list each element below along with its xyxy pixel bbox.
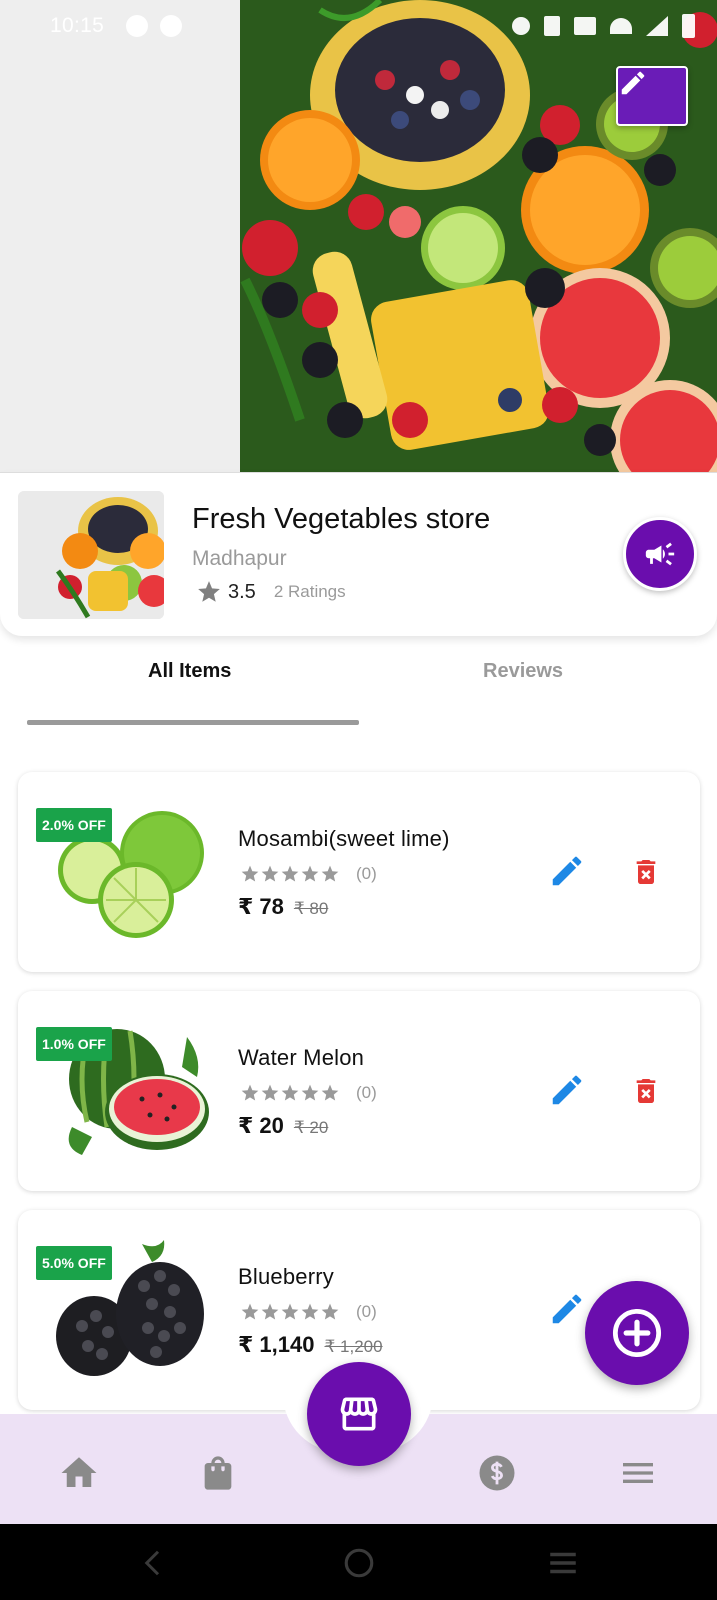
- vibrate-icon: [544, 16, 560, 36]
- store-tabs: All Items Reviews: [0, 636, 717, 726]
- tab-reviews[interactable]: Reviews: [483, 660, 563, 683]
- back-icon[interactable]: [138, 1546, 168, 1580]
- system-navigation-bar: [0, 1524, 717, 1600]
- star-icon: [198, 581, 220, 602]
- original-price: ₹ 20: [293, 1118, 329, 1137]
- product-rating-count: (0): [356, 1302, 377, 1321]
- star-icon-row: [241, 1303, 339, 1320]
- store-icon: [340, 1397, 378, 1431]
- discount-badge: 5.0% OFF: [36, 1246, 112, 1280]
- home-circle-icon[interactable]: [342, 1546, 376, 1580]
- facebook-notification-icon: [126, 15, 149, 37]
- edit-item-icon[interactable]: [548, 852, 586, 890]
- fruit-platter-illustration: [0, 0, 717, 472]
- product-price: ₹ 78 ₹ 80: [238, 894, 328, 920]
- product-card[interactable]: 2.0% OFF Mosambi(sweet lime) (0) ₹ 78 ₹ …: [18, 772, 700, 972]
- selling-price: ₹ 1,140: [238, 1332, 315, 1357]
- product-price: ₹ 1,140 ₹ 1,200: [238, 1332, 383, 1358]
- store-ratings-count: 2 Ratings: [273, 582, 346, 601]
- home-icon[interactable]: [58, 1452, 100, 1494]
- tab-indicator: [27, 720, 359, 725]
- discount-badge: 1.0% OFF: [36, 1027, 112, 1061]
- product-name: Blueberry: [238, 1264, 334, 1289]
- plus-circle-icon: [612, 1308, 662, 1358]
- edit-item-icon[interactable]: [548, 1290, 586, 1328]
- original-price: ₹ 80: [293, 899, 329, 918]
- store-banner-image: 10:15: [0, 0, 717, 472]
- product-name: Mosambi(sweet lime): [238, 826, 450, 851]
- product-rating-count: (0): [356, 864, 377, 883]
- product-rating: (0): [238, 864, 377, 884]
- delete-item-icon[interactable]: [630, 1073, 662, 1109]
- star-icon-row: [241, 1084, 339, 1101]
- product-rating: (0): [238, 1302, 377, 1322]
- battery-icon: [682, 14, 695, 38]
- product-card[interactable]: 1.0% OFF Water Melon (0) ₹ 20 ₹ 20: [18, 991, 700, 1191]
- store-thumbnail[interactable]: [18, 491, 164, 619]
- signal-icon: [646, 16, 668, 36]
- tab-all-items[interactable]: All Items: [148, 660, 231, 683]
- selling-price: ₹ 78: [238, 894, 284, 919]
- star-icon-row: [241, 865, 339, 882]
- product-rating: (0): [238, 1083, 377, 1103]
- dollar-icon[interactable]: [476, 1452, 518, 1494]
- store-thumbnail-image: [18, 491, 164, 619]
- edit-item-icon[interactable]: [548, 1071, 586, 1109]
- store-name: Fresh Vegetables store: [192, 503, 491, 535]
- volte-icon: [574, 17, 596, 35]
- store-button[interactable]: [307, 1362, 411, 1466]
- shopping-bag-icon[interactable]: [198, 1452, 238, 1494]
- pencil-icon: [621, 71, 645, 95]
- add-item-button[interactable]: [585, 1281, 689, 1385]
- app-notification-icon: [160, 15, 183, 37]
- store-info-card: Fresh Vegetables store Madhapur 3.5 2 Ra…: [0, 472, 717, 636]
- discount-badge: 2.0% OFF: [36, 808, 112, 842]
- status-bar: 10:15: [0, 0, 717, 52]
- store-rating-value: 3.5: [228, 580, 256, 603]
- menu-icon[interactable]: [618, 1452, 658, 1494]
- wifi-icon: [610, 18, 632, 34]
- product-name: Water Melon: [238, 1045, 365, 1070]
- product-rating-count: (0): [356, 1083, 377, 1102]
- status-time: 10:15: [50, 14, 105, 37]
- alarm-icon: [512, 17, 530, 35]
- store-rating: 3.5 2 Ratings: [196, 579, 346, 605]
- product-price: ₹ 20 ₹ 20: [238, 1113, 328, 1139]
- edit-banner-button[interactable]: [616, 66, 688, 126]
- recents-icon[interactable]: [546, 1546, 580, 1580]
- original-price: ₹ 1,200: [324, 1337, 383, 1356]
- delete-item-icon[interactable]: [630, 854, 662, 890]
- megaphone-icon: [645, 542, 675, 566]
- store-location: Madhapur: [192, 547, 287, 570]
- selling-price: ₹ 20: [238, 1113, 284, 1138]
- promote-store-button[interactable]: [623, 517, 697, 591]
